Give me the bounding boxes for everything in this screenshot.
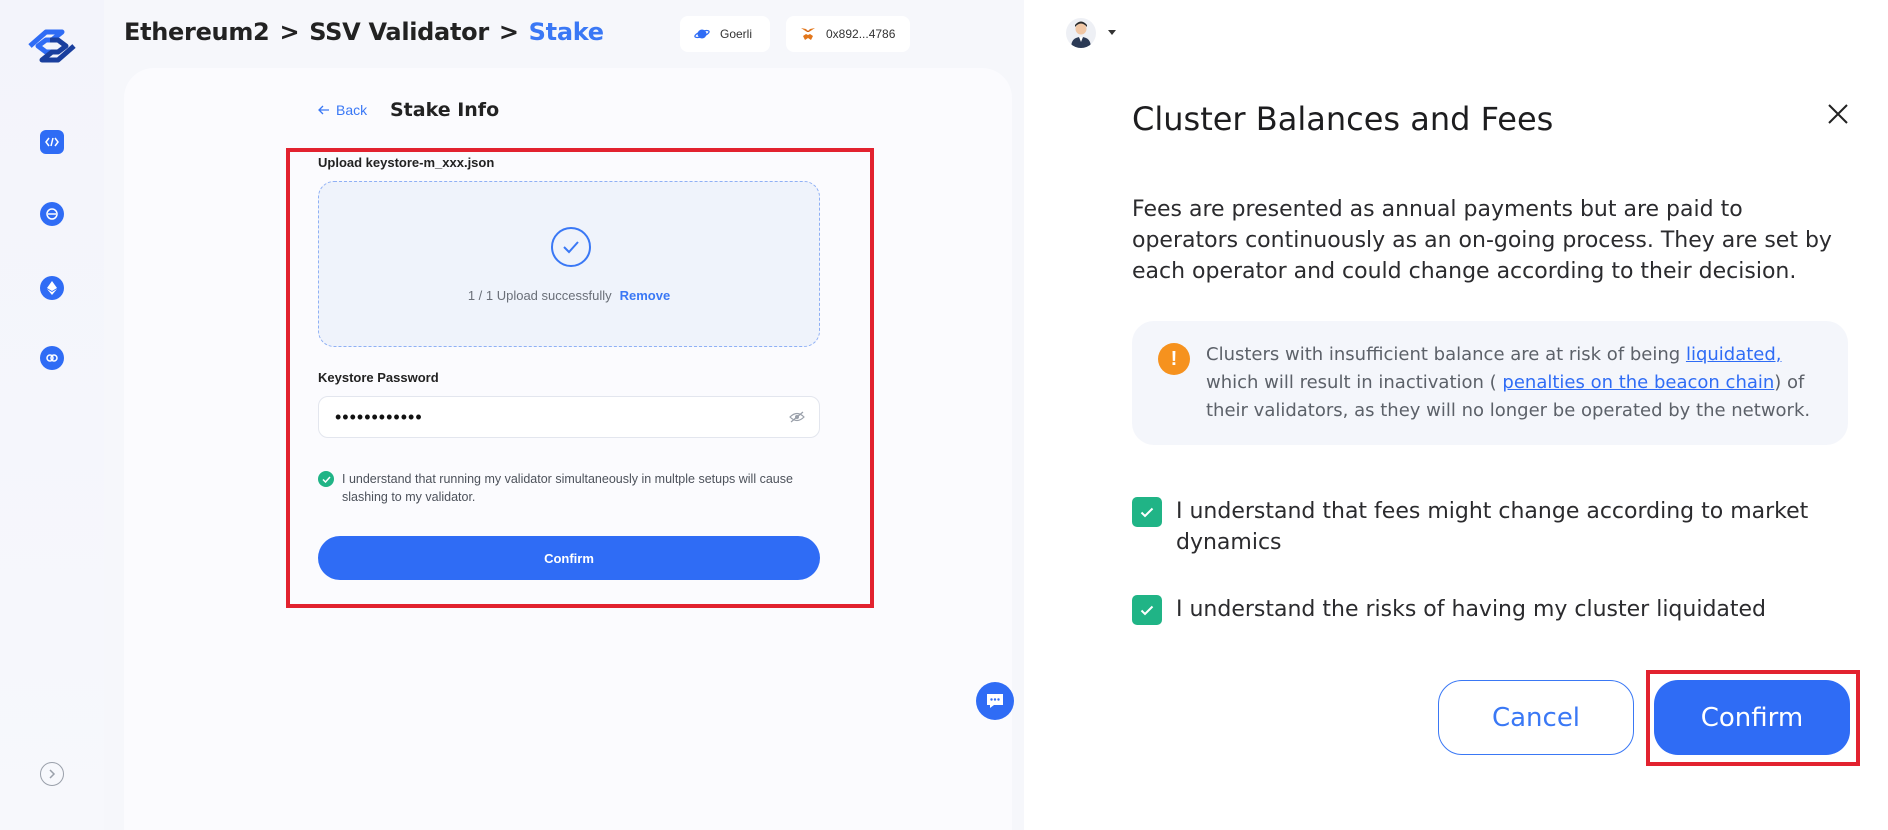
breadcrumb-separator: > — [498, 18, 519, 46]
password-input[interactable]: •••••••••••• — [318, 396, 820, 438]
wallet-button[interactable]: 0x892...4786 — [786, 16, 910, 52]
modal-description: Fees are presented as annual payments bu… — [1132, 197, 1832, 284]
modal-confirm-button[interactable]: Confirm — [1654, 680, 1850, 755]
upload-status-text: 1 / 1 Upload successfully — [467, 288, 612, 303]
agreement-row[interactable]: I understand that running my validator s… — [318, 470, 824, 506]
upload-label: Upload keystore-m_xxx.json — [318, 155, 495, 170]
topbar: Ethereum2 > SSV Validator > Stake Goerli… — [104, 0, 1116, 68]
warning-text-part: Clusters with insufficient balance are a… — [1206, 344, 1686, 365]
password-value: •••••••••••• — [335, 406, 423, 427]
remove-button[interactable]: Remove — [620, 288, 671, 303]
check-text: I understand the risks of having my clus… — [1176, 597, 1767, 622]
breadcrumb: Ethereum2 > SSV Validator > Stake — [124, 18, 604, 46]
eye-off-icon[interactable] — [789, 411, 805, 423]
ssv-icon[interactable] — [40, 202, 64, 226]
cancel-button[interactable]: Cancel — [1438, 680, 1634, 755]
sidebar — [0, 0, 104, 830]
breadcrumb-item-ssv-validator[interactable]: SSV Validator — [309, 18, 489, 46]
wallet-address: 0x892...4786 — [826, 27, 896, 41]
avatar[interactable] — [1066, 18, 1096, 48]
warning-text: Clusters with insufficient balance are a… — [1206, 341, 1832, 425]
chevron-right-icon[interactable] — [40, 762, 64, 786]
network-selector[interactable]: Goerli — [680, 16, 770, 52]
exclamation-icon: ! — [1158, 343, 1190, 375]
liquidation-risk-check-row[interactable]: I understand the risks of having my clus… — [1132, 594, 1832, 625]
arrow-left-icon — [318, 105, 329, 115]
warning-box: ! Clusters with insufficient balance are… — [1132, 321, 1848, 445]
breadcrumb-separator: > — [279, 18, 300, 46]
chat-icon[interactable] — [976, 682, 1014, 720]
beacon-penalties-link[interactable]: penalties on the beacon chain — [1502, 372, 1774, 393]
fees-change-check-row[interactable]: I understand that fees might change acco… — [1132, 496, 1832, 558]
link-icon[interactable] — [40, 346, 64, 370]
upload-success-icon — [551, 227, 591, 267]
checkbox-checked[interactable] — [318, 471, 334, 487]
ethereum-icon[interactable] — [40, 276, 64, 300]
breadcrumb-item-stake: Stake — [528, 18, 604, 46]
logo-icon[interactable] — [24, 26, 80, 66]
metamask-icon — [801, 28, 815, 40]
checkbox-checked[interactable] — [1132, 595, 1162, 625]
checkbox-checked[interactable] — [1132, 497, 1162, 527]
close-icon[interactable] — [1826, 102, 1850, 126]
modal-title: Cluster Balances and Fees — [1132, 100, 1554, 138]
confirm-button[interactable]: Confirm — [318, 536, 820, 580]
breadcrumb-item-ethereum2[interactable]: Ethereum2 — [124, 18, 270, 46]
liquidated-link[interactable]: liquidated, — [1686, 344, 1782, 365]
check-text: I understand that fees might change acco… — [1176, 499, 1809, 555]
chevron-down-icon[interactable] — [1108, 30, 1116, 35]
back-label: Back — [336, 102, 368, 118]
planet-icon — [694, 29, 710, 39]
agreement-text: I understand that running my validator s… — [342, 472, 793, 504]
network-label: Goerli — [720, 27, 753, 41]
upload-status: 1 / 1 Upload successfully Remove — [319, 288, 819, 303]
code-icon[interactable] — [40, 130, 64, 154]
upload-dropzone[interactable]: 1 / 1 Upload successfully Remove — [318, 181, 820, 347]
warning-text-part: which will result in inactivation ( — [1206, 372, 1503, 393]
password-label: Keystore Password — [318, 370, 439, 385]
back-button[interactable]: Back — [318, 102, 367, 118]
page-title: Stake Info — [390, 99, 500, 121]
